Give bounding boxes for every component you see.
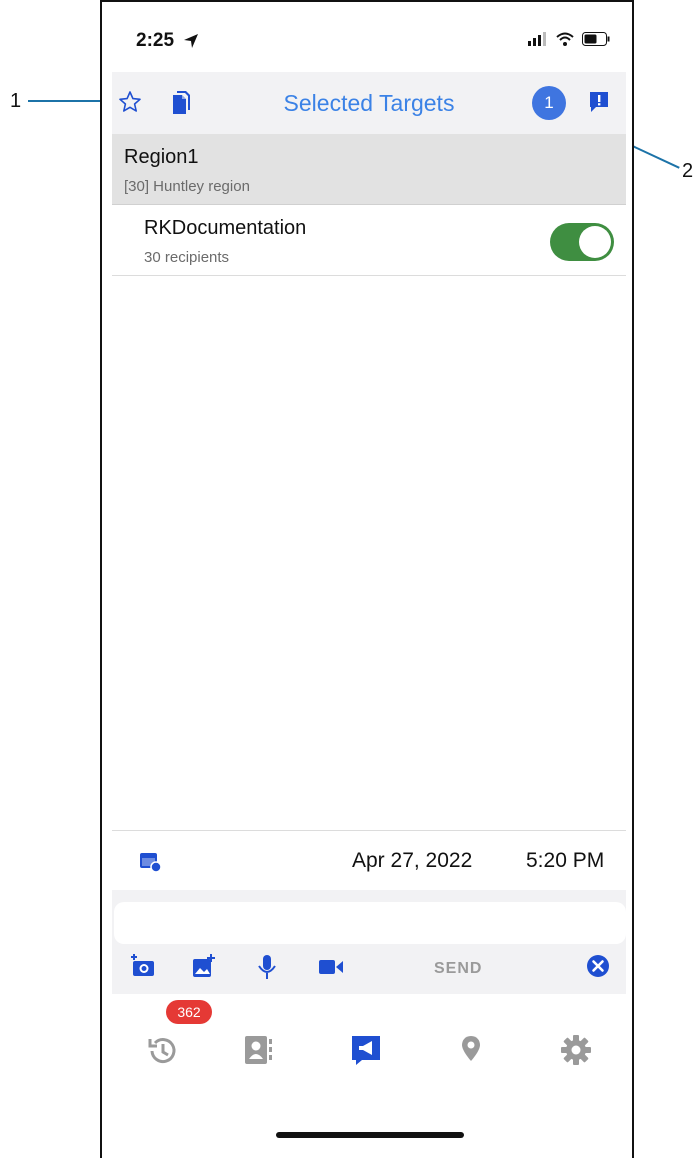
target-row[interactable]: RKDocumentation 30 recipients (112, 205, 626, 276)
alert-message-icon[interactable] (588, 90, 610, 119)
schedule-time[interactable]: 5:20 PM (526, 849, 604, 873)
contacts-icon[interactable] (244, 1034, 274, 1071)
status-indicators (528, 32, 610, 51)
header-bar: Selected Targets 1 (112, 72, 626, 134)
schedule-row[interactable]: Apr 27, 2022 5:20 PM (112, 830, 626, 891)
selected-count-badge[interactable]: 1 (532, 86, 566, 120)
target-toggle-switch[interactable] (550, 223, 614, 261)
group-subtitle: [30] Huntley region (124, 178, 250, 195)
message-input[interactable] (114, 902, 626, 944)
location-arrow-icon (182, 32, 200, 55)
location-pin-icon[interactable] (460, 1034, 482, 1069)
group-title: Region1 (124, 146, 199, 168)
battery-icon (582, 32, 610, 51)
callout-number-1: 1 (10, 90, 22, 112)
status-bar: 2:25 (102, 2, 632, 72)
send-button[interactable]: SEND (434, 960, 482, 978)
compose-area: SEND (112, 890, 626, 994)
toggle-knob (579, 226, 611, 258)
phone-screen: 2:25 Selected Targets 1 Region1 [30] Hun… (100, 0, 634, 1158)
clear-icon[interactable] (586, 954, 610, 983)
compose-toolbar: SEND (112, 948, 626, 988)
wifi-icon (556, 32, 574, 51)
history-icon[interactable] (146, 1034, 180, 1073)
home-indicator (276, 1132, 464, 1138)
broadcast-icon[interactable] (350, 1034, 384, 1071)
schedule-date[interactable]: Apr 27, 2022 (352, 849, 472, 873)
signal-icon (528, 32, 548, 51)
callout-line-1 (28, 100, 110, 102)
calendar-clock-icon[interactable] (138, 849, 162, 878)
add-photo-icon[interactable] (130, 954, 156, 983)
video-icon[interactable] (318, 954, 344, 981)
group-header-region[interactable]: Region1 [30] Huntley region (112, 134, 626, 205)
callout-number-2: 2 (682, 160, 694, 182)
add-image-icon[interactable] (192, 954, 216, 983)
status-time: 2:25 (136, 30, 175, 51)
bottom-tab-bar: 362 (112, 994, 626, 1084)
history-notification-badge: 362 (166, 1000, 212, 1024)
microphone-icon[interactable] (258, 954, 276, 985)
settings-icon[interactable] (560, 1034, 592, 1071)
target-subtitle: 30 recipients (144, 249, 230, 266)
target-title: RKDocumentation (144, 217, 307, 239)
